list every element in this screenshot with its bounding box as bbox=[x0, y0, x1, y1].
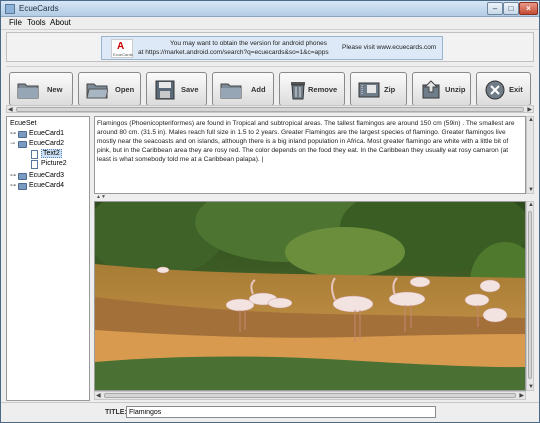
scroll-thumb[interactable] bbox=[528, 211, 532, 379]
folder-icon bbox=[18, 173, 27, 180]
scroll-down-icon[interactable]: ▼ bbox=[528, 187, 534, 193]
android-banner[interactable]: A EcueCards You may want to obtain the v… bbox=[101, 36, 443, 60]
trash-icon bbox=[291, 82, 305, 100]
app-icon bbox=[5, 4, 15, 14]
zip-icon bbox=[358, 82, 380, 98]
scroll-left-icon[interactable]: ◀ bbox=[8, 106, 13, 113]
banner-area: A EcueCards You may want to obtain the v… bbox=[6, 32, 534, 62]
folder-icon bbox=[18, 183, 27, 190]
open-folder-icon bbox=[86, 83, 108, 99]
expand-icon[interactable]: ⊶ bbox=[10, 130, 16, 137]
scroll-left-icon[interactable]: ◀ bbox=[96, 392, 101, 399]
card-text-editor[interactable]: Flamingos (Phoenicopteriformes) are foun… bbox=[94, 116, 526, 194]
title-bar-footer: TITLE: bbox=[1, 402, 539, 422]
flamingos-photo bbox=[95, 202, 525, 390]
save-button[interactable]: Save bbox=[146, 72, 207, 106]
minimize-button[interactable]: – bbox=[487, 2, 503, 15]
scroll-thumb[interactable] bbox=[16, 107, 524, 112]
menu-bar: File Tools About bbox=[1, 17, 539, 30]
zip-button[interactable]: Zip bbox=[350, 72, 407, 106]
floppy-disk-icon bbox=[155, 80, 175, 100]
image-vertical-scrollbar[interactable]: ▲ ▼ bbox=[526, 201, 534, 391]
window-title: EcueCards bbox=[19, 4, 59, 13]
banner-line-2: at https://market.android.com/search?q=e… bbox=[138, 49, 329, 56]
title-label: TITLE: bbox=[105, 409, 127, 416]
folder-icon bbox=[18, 141, 27, 148]
scroll-right-icon[interactable]: ▶ bbox=[519, 392, 524, 399]
toolbar-horizontal-scrollbar[interactable]: ◀ ▶ bbox=[6, 105, 534, 113]
unzip-button[interactable]: Unzip bbox=[412, 72, 471, 106]
scroll-right-icon[interactable]: ▶ bbox=[527, 106, 532, 113]
text-vertical-scrollbar[interactable]: ▲ ▼ bbox=[526, 116, 534, 194]
menu-about[interactable]: About bbox=[50, 18, 71, 27]
divider-arrows-icon[interactable]: ▲▼ bbox=[96, 194, 106, 200]
folder-icon bbox=[18, 131, 27, 138]
app-window: EcueCards – □ × File Tools About A EcueC… bbox=[0, 0, 540, 423]
open-button[interactable]: Open bbox=[78, 72, 141, 106]
remove-button[interactable]: Remove bbox=[279, 72, 345, 106]
menu-file[interactable]: File bbox=[9, 18, 22, 27]
card-picture bbox=[94, 201, 526, 391]
folder-icon bbox=[17, 83, 39, 99]
add-button[interactable]: Add bbox=[212, 72, 274, 106]
scroll-down-icon[interactable]: ▼ bbox=[528, 384, 534, 390]
ecuecards-logo: A EcueCards bbox=[111, 39, 133, 58]
new-button[interactable]: New bbox=[9, 72, 73, 106]
image-horizontal-scrollbar[interactable]: ◀ ▶ bbox=[94, 391, 526, 400]
banner-line-1: You may want to obtain the version for a… bbox=[170, 40, 327, 47]
card-title-input[interactable] bbox=[126, 406, 436, 418]
split-divider[interactable]: ▲▼ bbox=[94, 194, 534, 201]
exit-icon bbox=[485, 80, 505, 100]
scroll-thumb[interactable] bbox=[104, 393, 516, 398]
collapse-icon[interactable]: ⊸ bbox=[10, 140, 15, 147]
close-button[interactable]: × bbox=[519, 2, 538, 15]
toolbar: New Open Save Add Remove Zip Unzip Exit bbox=[6, 66, 534, 110]
document-icon bbox=[31, 160, 38, 169]
scroll-up-icon[interactable]: ▲ bbox=[528, 117, 534, 123]
unzip-icon bbox=[422, 80, 440, 99]
scroll-up-icon[interactable]: ▲ bbox=[528, 202, 534, 208]
title-bar: EcueCards – □ × bbox=[1, 1, 539, 17]
banner-visit-text: Please visit www.ecuecards.com bbox=[342, 44, 437, 51]
add-folder-icon bbox=[220, 83, 242, 99]
document-icon bbox=[31, 150, 38, 159]
exit-button[interactable]: Exit bbox=[476, 72, 531, 106]
maximize-button[interactable]: □ bbox=[503, 2, 519, 15]
card-text[interactable]: Flamingos (Phoenicopteriformes) are foun… bbox=[97, 119, 523, 164]
expand-icon[interactable]: ⊶ bbox=[10, 182, 16, 189]
expand-icon[interactable]: ⊶ bbox=[10, 172, 16, 179]
menu-tools[interactable]: Tools bbox=[27, 18, 46, 27]
card-tree: EcueSet ⊶ EcueCard1 ⊸ EcueCard2 Text2 Pi… bbox=[6, 116, 90, 401]
